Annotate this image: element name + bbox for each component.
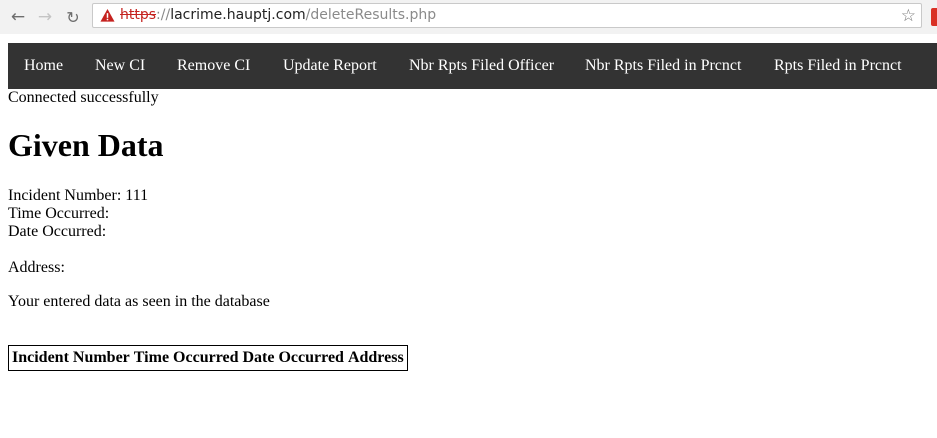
url-scheme: https <box>120 7 157 23</box>
table-header-row: Incident Number Time Occurred Date Occur… <box>11 348 405 368</box>
nav-link-nbr-rpts-filed-officer[interactable]: Nbr Rpts Filed Officer <box>409 43 554 89</box>
address-bar[interactable]: https://lacrime.hauptj.com/deleteResults… <box>92 3 922 28</box>
star-icon[interactable]: ☆ <box>901 6 916 26</box>
incident-number-field: Incident Number: 111 <box>8 187 149 204</box>
connection-status: Connected successfully <box>8 89 159 106</box>
page-title: Given Data <box>8 127 164 163</box>
nav-link-rpts-filed-in-prcnct[interactable]: Rpts Filed in Prcnct <box>774 43 902 89</box>
warning-triangle-icon[interactable] <box>100 8 115 23</box>
results-table: Incident Number Time Occurred Date Occur… <box>8 345 408 371</box>
extension-icon[interactable] <box>931 8 937 26</box>
nav-link-update-report[interactable]: Update Report <box>283 43 377 89</box>
column-header-date-occurred: Date Occurred <box>242 349 344 366</box>
column-header-address: Address <box>347 349 404 366</box>
column-header-time-occurred: Time Occurred <box>133 349 239 366</box>
url-separator: :// <box>156 7 171 23</box>
arrow-left-icon: ← <box>10 7 26 27</box>
column-header-incident-number: Incident Number <box>12 349 130 366</box>
reload-button[interactable]: ↻ <box>62 6 84 28</box>
forward-button[interactable]: → <box>34 6 56 28</box>
time-occurred-field: Time Occurred: <box>8 205 110 222</box>
database-note: Your entered data as seen in the databas… <box>8 293 270 310</box>
date-occurred-field: Date Occurred: <box>8 223 107 240</box>
url-path: /deleteResults.php <box>305 7 437 23</box>
nav-link-new-ci[interactable]: New CI <box>95 43 145 89</box>
back-button[interactable]: ← <box>7 6 29 28</box>
browser-toolbar: ← → ↻ https://lacrime.hauptj.com/deleteR… <box>0 0 937 34</box>
arrow-right-icon: → <box>37 7 53 27</box>
url-text[interactable]: https://lacrime.hauptj.com/deleteResults… <box>120 7 436 24</box>
site-navbar: Home New CI Remove CI Update Report Nbr … <box>8 43 937 89</box>
nav-link-nbr-rpts-filed-in-prcnct[interactable]: Nbr Rpts Filed in Prcnct <box>585 43 741 89</box>
nav-link-remove-ci[interactable]: Remove CI <box>177 43 250 89</box>
nav-link-home[interactable]: Home <box>24 43 63 89</box>
reload-icon: ↻ <box>66 7 80 27</box>
url-host: lacrime.hauptj.com <box>170 7 306 23</box>
address-field: Address: <box>8 259 65 276</box>
